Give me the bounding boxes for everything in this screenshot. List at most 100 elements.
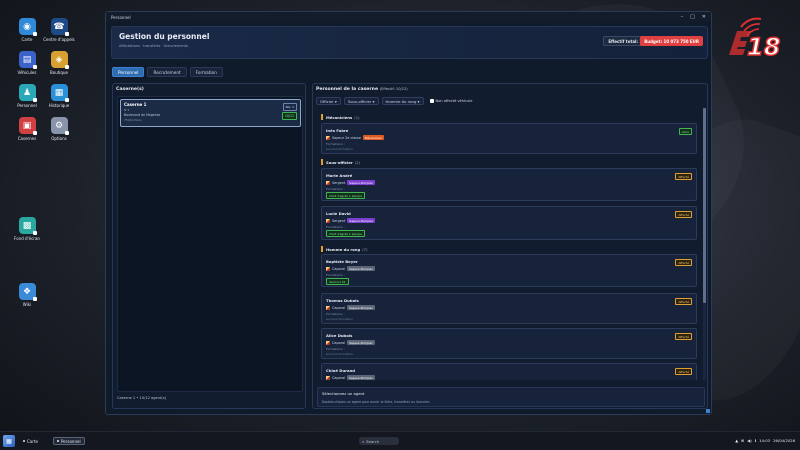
caserne-postcode: 75010 Paris xyxy=(124,118,142,122)
scrollbar-thumb[interactable] xyxy=(703,108,706,303)
wallpaper-icon: ▩ xyxy=(18,217,37,235)
history-icon: ▦ xyxy=(50,84,69,102)
filter-sous-officier[interactable]: Sous-officier ▾ xyxy=(343,97,379,105)
agent-grade-row: Sapeur 2e classe Mécanicien xyxy=(326,135,384,140)
tab-formation[interactable]: Formation xyxy=(189,67,223,77)
desktop-icon-label: Centre d'appels xyxy=(43,37,75,42)
personnel-count: (Effectif: 10/12) xyxy=(379,87,408,91)
phone-icon: ☎ xyxy=(50,18,69,36)
section-title: Sous-officier xyxy=(326,159,353,165)
taskbar-item-personnel[interactable]: Personnel xyxy=(53,437,85,445)
taskbar-item-carte[interactable]: Carte xyxy=(20,437,41,445)
caserne-level-badge: Niv. 1 xyxy=(282,103,297,111)
agent-card[interactable]: Baptiste Boyer Caporal Sapeur-Pompier For… xyxy=(321,254,697,287)
agent-name: Marie André xyxy=(326,173,353,178)
agent-card[interactable]: Lucie David Sergent Sapeur-Pompier Format… xyxy=(321,206,697,240)
desktop-icon-boutique[interactable]: ◈ Boutique xyxy=(37,51,81,75)
agent-role-tag: Sapeur-Pompier xyxy=(347,375,375,380)
filter-homme-du-rang[interactable]: Homme du rang ▾ xyxy=(381,97,424,105)
agent-formations: Aucune formation xyxy=(326,352,353,356)
agent-grade: Caporal xyxy=(332,340,346,345)
search-icon: ⌕ xyxy=(362,438,365,444)
agent-status-badge: Affecté xyxy=(675,333,692,340)
taskbar-item-label: Personnel xyxy=(61,438,81,444)
rank-insignia-icon xyxy=(326,218,330,223)
desktop-icon-options[interactable]: ⚙ Options xyxy=(37,117,81,141)
network-icon[interactable]: ⊞ xyxy=(741,438,744,443)
minimize-button[interactable]: – xyxy=(681,14,684,20)
section-count: (1) xyxy=(354,114,360,120)
personnel-panel-title: Personnel de la caserne (Effectif: 10/12… xyxy=(316,87,408,92)
window-title: Personnel xyxy=(111,14,131,20)
vehicle-icon: ▤ xyxy=(18,51,37,69)
agent-card[interactable]: Marie André Sergent Sapeur-Pompier Format… xyxy=(321,168,697,201)
caserne-item[interactable]: Caserne 1 N°1 Boulevard de Magenta 75010… xyxy=(120,99,301,127)
agent-grade-row: Sergent Sapeur-Pompier xyxy=(326,180,376,185)
agent-name: Alice Dubois xyxy=(326,333,353,338)
rank-insignia-icon xyxy=(326,305,330,310)
agent-formations: Aucune formation xyxy=(326,317,353,321)
rank-insignia-icon xyxy=(326,340,330,345)
rank-insignia-icon xyxy=(326,180,330,185)
agent-name: Inès Fabre xyxy=(326,128,349,133)
agent-card[interactable]: Chloé Durand Caporal Sapeur-Pompier Affec… xyxy=(321,363,697,380)
desktop-icon-historique[interactable]: ▦ Historique xyxy=(37,84,81,108)
non-affecte-checkbox[interactable]: Non affecté véhicule xyxy=(429,99,473,103)
budget-badge: Budget: 10 073 750 EUR xyxy=(640,36,703,46)
personnel-title-text: Personnel de la caserne xyxy=(316,87,379,92)
desktop-icon-wiki[interactable]: ❖ Wiki xyxy=(5,283,49,307)
page-title: Gestion du personnel xyxy=(119,32,210,41)
close-button[interactable]: ✕ xyxy=(702,14,706,20)
casernes-panel-title: Caserne(s) xyxy=(116,87,144,92)
taskbar-dot-icon xyxy=(23,440,25,442)
start-button[interactable]: ▦ xyxy=(3,435,15,447)
window-titlebar[interactable]: Personnel – □ ✕ xyxy=(106,12,711,22)
agent-status-badge: Affecté xyxy=(675,259,692,266)
section-title: Mécaniciens xyxy=(326,114,353,120)
agent-grade-row: Sergent Sapeur-Pompier xyxy=(326,218,376,223)
agent-role-tag: Mécanicien xyxy=(362,135,384,140)
volume-icon[interactable]: ◀) xyxy=(747,438,751,443)
formations-label: Formations : xyxy=(326,225,345,229)
taskbar-search[interactable]: ⌕ Search xyxy=(359,437,399,445)
filter-bar: Officier ▾ Sous-officier ▾ Homme du rang… xyxy=(316,97,473,105)
agent-name: Lucie David xyxy=(326,211,351,216)
agent-card[interactable]: Thomas Dubois Caporal Sapeur-Pompier Form… xyxy=(321,293,697,324)
agent-formations: Aucune formation xyxy=(326,147,353,151)
agent-grade-row: Caporal Sapeur-Pompier xyxy=(326,340,375,345)
personnel-window: Personnel – □ ✕ Gestion du personnel Aff… xyxy=(105,11,712,415)
fire-station-icon: ▣ xyxy=(18,117,37,135)
page-header: Gestion du personnel Affectations · tran… xyxy=(111,26,708,59)
resize-handle[interactable] xyxy=(706,409,710,413)
personnel-scrollbar[interactable] xyxy=(703,108,706,380)
agent-grade: Sergent xyxy=(332,180,346,185)
wiki-icon: ❖ xyxy=(18,283,37,301)
tab-personnel[interactable]: Personnel xyxy=(112,67,145,77)
agent-status-badge: Affecté xyxy=(675,211,692,218)
casernes-panel: Caserne(s) Caserne 1 N°1 Boulevard de Ma… xyxy=(112,83,306,409)
maximize-button[interactable]: □ xyxy=(690,14,695,20)
desktop-icon-fond-ecran[interactable]: ▩ Fond d'écran xyxy=(5,217,49,241)
section-count: (7) xyxy=(362,246,368,252)
section-header-sous-officier: Sous-officier (2) xyxy=(321,159,360,165)
info-icon[interactable]: ℹ xyxy=(755,438,756,443)
personnel-list: Mécaniciens (1) Inès Fabre Sapeur 2e clas… xyxy=(317,108,701,380)
formations-label: Formations : xyxy=(326,347,345,351)
tab-recrutement[interactable]: Recrutement xyxy=(147,67,187,77)
rank-insignia-icon xyxy=(326,266,330,271)
agent-grade-row: Caporal Sapeur-Pompier xyxy=(326,266,375,271)
checkbox-box[interactable] xyxy=(429,99,434,103)
agent-role-tag: Sapeur-Pompier xyxy=(347,218,376,223)
clock-time[interactable]: 14:03 xyxy=(759,438,770,443)
agent-formation-badge: Chef d'agrès 1 équipe xyxy=(326,192,365,199)
caserne-name: Caserne 1 xyxy=(124,102,147,107)
filter-officier[interactable]: Officier ▾ xyxy=(316,97,341,105)
agent-card[interactable]: Alice Dubois Caporal Sapeur-Pompier Forma… xyxy=(321,328,697,359)
agent-card[interactable]: Inès Fabre Sapeur 2e classe Mécanicien Fo… xyxy=(321,123,697,154)
desktop-icon-centre-appels[interactable]: ☎ Centre d'appels xyxy=(37,18,81,42)
rank-insignia-icon xyxy=(326,135,330,140)
clock-date[interactable]: 26/04/2026 xyxy=(773,438,795,443)
tray-arrow-icon[interactable]: ▲ xyxy=(735,438,738,443)
section-header-mecaniciens: Mécaniciens (1) xyxy=(321,114,360,120)
taskbar-dot-icon xyxy=(57,440,59,442)
